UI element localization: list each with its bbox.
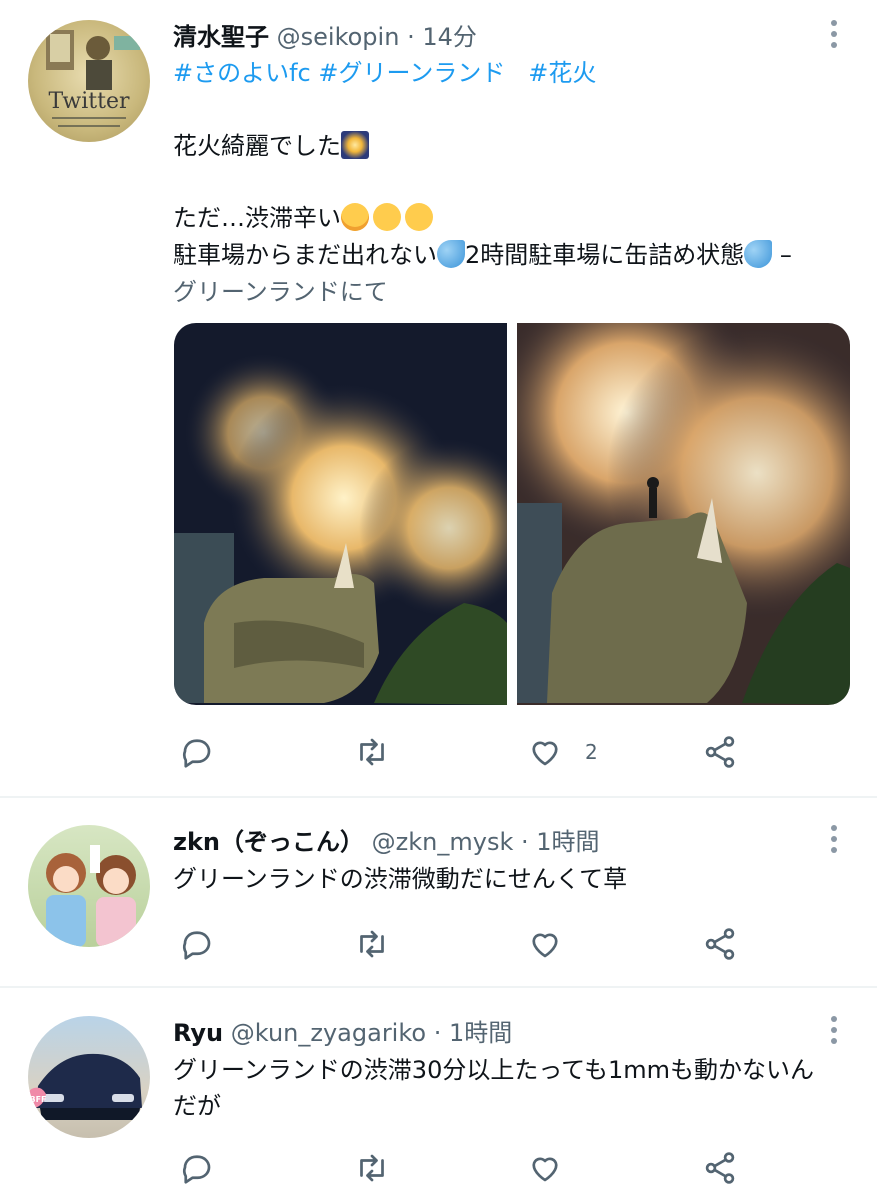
retweet-icon <box>360 1154 384 1182</box>
share-button[interactable] <box>702 924 738 964</box>
retweet-button[interactable] <box>354 1148 390 1188</box>
photo-fireworks-1[interactable] <box>174 323 507 705</box>
location-link[interactable]: グリーンランドにて <box>173 274 388 311</box>
share-icon <box>705 928 735 960</box>
tweet-3: BFF Ryu @kun_zyagariko · 1時間 グリーンランドの渋滞3… <box>0 988 877 1200</box>
tweet-actions: 2 <box>0 732 877 772</box>
avatar-image: Twitter <box>46 30 140 127</box>
share-icon <box>705 1152 735 1184</box>
tweet-text-line: 花火綺麗でした <box>173 128 369 165</box>
hashtag-link[interactable]: #さのよいfc <box>173 59 311 87</box>
tweet-text-line: だが <box>173 1092 221 1120</box>
tweet-1: Twitter 清水聖子 @seikopin · 14分 #さのよいfc #グリ… <box>0 0 877 796</box>
retweet-icon <box>360 738 384 766</box>
tweet-2: zkn（ぞっこん） @zkn_mysk · 1時間 グリーンランドの渋滞微動だに… <box>0 798 877 986</box>
user-handle[interactable]: @seikopin <box>277 23 400 51</box>
like-button[interactable]: 2 <box>527 732 598 772</box>
sweat-droplets-emoji-icon <box>437 240 465 268</box>
photo-fireworks-2[interactable] <box>517 323 850 705</box>
timestamp[interactable]: 1時間 <box>536 828 599 856</box>
reply-button[interactable] <box>179 1148 215 1188</box>
share-icon <box>705 736 735 768</box>
more-options-icon[interactable] <box>829 20 839 48</box>
reply-icon <box>183 931 211 960</box>
reply-button[interactable] <box>179 732 215 772</box>
like-button[interactable] <box>527 1148 563 1188</box>
heart-icon <box>532 741 558 766</box>
user-handle[interactable]: @kun_zyagariko <box>231 1019 426 1047</box>
separator-dot: · <box>407 23 423 51</box>
tweet-actions <box>0 1148 877 1188</box>
hashtags: #さのよいfc #グリーンランド #花火 <box>173 55 596 92</box>
heart-icon <box>532 933 558 958</box>
separator-dot: · <box>433 1019 449 1047</box>
avatar-badge-text: BFF <box>29 1095 46 1104</box>
reply-icon <box>183 1155 211 1184</box>
tweet-text: ただ…渋滞辛い <box>173 204 341 232</box>
sweat-droplets-emoji-icon <box>744 240 773 268</box>
like-button[interactable] <box>527 924 563 964</box>
avatar[interactable]: BFF <box>28 1016 150 1138</box>
fireworks-emoji-icon <box>341 131 369 159</box>
tweet-actions <box>0 924 877 964</box>
share-button[interactable] <box>702 732 738 772</box>
tweet-header: zkn（ぞっこん） @zkn_mysk · 1時間 <box>173 825 600 859</box>
tweet-text: – <box>772 241 792 269</box>
retweet-button[interactable] <box>354 732 390 772</box>
fireworks-photo <box>517 323 850 705</box>
display-name[interactable]: 清水聖子 <box>173 23 269 51</box>
hashtag-link[interactable]: #グリーンランド <box>318 59 505 87</box>
display-name[interactable]: Ryu <box>173 1019 223 1047</box>
display-name[interactable]: zkn（ぞっこん） <box>173 828 364 856</box>
avatar[interactable]: Twitter <box>28 20 150 142</box>
reply-icon <box>183 739 211 768</box>
media-grid <box>174 323 850 705</box>
like-count: 2 <box>585 740 598 764</box>
fireworks-photo <box>174 323 507 705</box>
hashtag-link[interactable]: #花火 <box>528 59 596 87</box>
tweet-text: 駐車場からまだ出れない <box>173 241 437 269</box>
tweet-text: 花火綺麗でした <box>173 132 341 160</box>
timestamp[interactable]: 1時間 <box>449 1019 512 1047</box>
user-handle[interactable]: @zkn_mysk <box>372 828 514 856</box>
weary-face-emoji-icon <box>373 203 401 231</box>
separator-dot: · <box>521 828 537 856</box>
retweet-icon <box>360 930 384 958</box>
more-options-icon[interactable] <box>829 1016 839 1044</box>
tweet-text: 2時間駐車場に缶詰め状態 <box>465 241 745 269</box>
share-button[interactable] <box>702 1148 738 1188</box>
tweet-text: グリーンランドの渋滞微動だにせんくて草 <box>173 865 628 893</box>
tweet-header: 清水聖子 @seikopin · 14分 <box>173 20 477 54</box>
avatar-logo-text: Twitter <box>49 89 130 114</box>
downcast-sweat-emoji-icon <box>341 203 369 231</box>
more-options-icon[interactable] <box>829 825 839 853</box>
retweet-button[interactable] <box>354 924 390 964</box>
heart-icon <box>532 1157 558 1182</box>
timestamp[interactable]: 14分 <box>422 23 477 51</box>
pleading-face-emoji-icon <box>405 203 433 231</box>
tweet-text-line: ただ…渋滞辛い <box>173 200 433 237</box>
tweet-header: Ryu @kun_zyagariko · 1時間 <box>173 1016 512 1050</box>
reply-button[interactable] <box>179 924 215 964</box>
tweet-text-line: 駐車場からまだ出れない 2時間駐車場に缶詰め状態 – <box>173 237 792 274</box>
avatar-image: BFF <box>28 1053 142 1120</box>
tweet-text-line: グリーンランドの渋滞30分以上たっても1mmも動かないん <box>173 1056 814 1084</box>
